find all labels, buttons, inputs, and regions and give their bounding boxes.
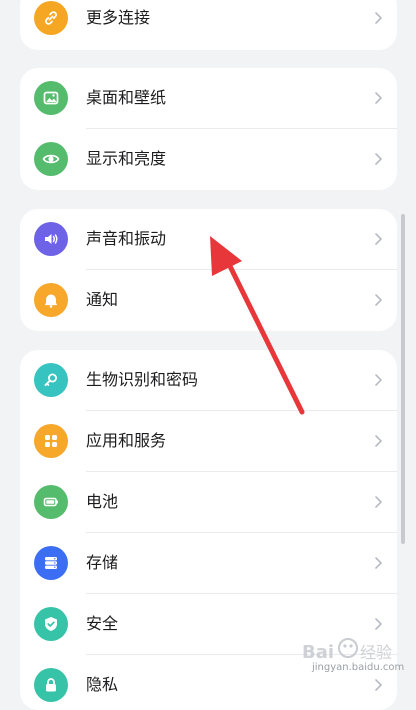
speaker-icon — [34, 222, 68, 256]
svg-text:Bai: Bai — [302, 642, 334, 663]
link-icon — [34, 1, 68, 35]
chevron-right-icon — [375, 153, 382, 165]
settings-item-label: 桌面和壁纸 — [86, 88, 167, 107]
settings-item-label: 声音和振动 — [86, 229, 167, 248]
settings-item-label: 应用和服务 — [86, 431, 167, 450]
shield-check-icon — [34, 607, 68, 641]
privacy-lock-icon — [34, 668, 68, 702]
storage-icon — [34, 546, 68, 580]
chevron-right-icon — [375, 374, 382, 386]
key-icon — [34, 363, 68, 397]
settings-item-label: 显示和亮度 — [86, 149, 167, 168]
settings-item-sound-vibration[interactable]: 声音和振动 — [20, 209, 397, 269]
settings-item-label: 隐私 — [86, 675, 119, 694]
chevron-right-icon — [375, 294, 382, 306]
apps-grid-icon — [34, 424, 68, 458]
chevron-right-icon — [375, 618, 382, 630]
settings-item-notifications[interactable]: 通知 — [20, 270, 397, 330]
settings-item-label: 安全 — [86, 614, 119, 633]
image-icon — [34, 81, 68, 115]
chevron-right-icon — [375, 233, 382, 245]
chevron-right-icon — [375, 496, 382, 508]
chevron-right-icon — [375, 557, 382, 569]
settings-group-sound: 声音和振动 通知 — [20, 209, 397, 331]
settings-item-label: 通知 — [86, 290, 119, 309]
svg-text:经验: 经验 — [360, 643, 392, 662]
scrollbar[interactable] — [401, 214, 405, 544]
chevron-right-icon — [375, 92, 382, 104]
settings-item-apps-services[interactable]: 应用和服务 — [20, 411, 397, 471]
eye-icon — [34, 142, 68, 176]
settings-group-connections: 更多连接 — [20, 0, 397, 50]
settings-item-biometrics-password[interactable]: 生物识别和密码 — [20, 350, 397, 410]
chevron-right-icon — [375, 435, 382, 447]
settings-item-label: 存储 — [86, 553, 119, 572]
settings-group-display: 桌面和壁纸 显示和亮度 — [20, 68, 397, 190]
bell-icon — [34, 283, 68, 317]
chevron-right-icon — [375, 12, 382, 24]
settings-item-label: 更多连接 — [86, 8, 151, 27]
settings-item-more-connections[interactable]: 更多连接 — [20, 0, 397, 48]
settings-item-label: 生物识别和密码 — [86, 370, 199, 389]
settings-item-battery[interactable]: 电池 — [20, 472, 397, 532]
settings-item-label: 电池 — [86, 492, 119, 511]
settings-item-desktop-wallpaper[interactable]: 桌面和壁纸 — [20, 68, 397, 128]
settings-item-display-brightness[interactable]: 显示和亮度 — [20, 129, 397, 189]
settings-item-storage[interactable]: 存储 — [20, 533, 397, 593]
battery-icon — [34, 485, 68, 519]
baidu-watermark-logo: Bai 经验 — [302, 638, 392, 663]
watermark-url: jingyan.baidu.com — [312, 662, 405, 673]
